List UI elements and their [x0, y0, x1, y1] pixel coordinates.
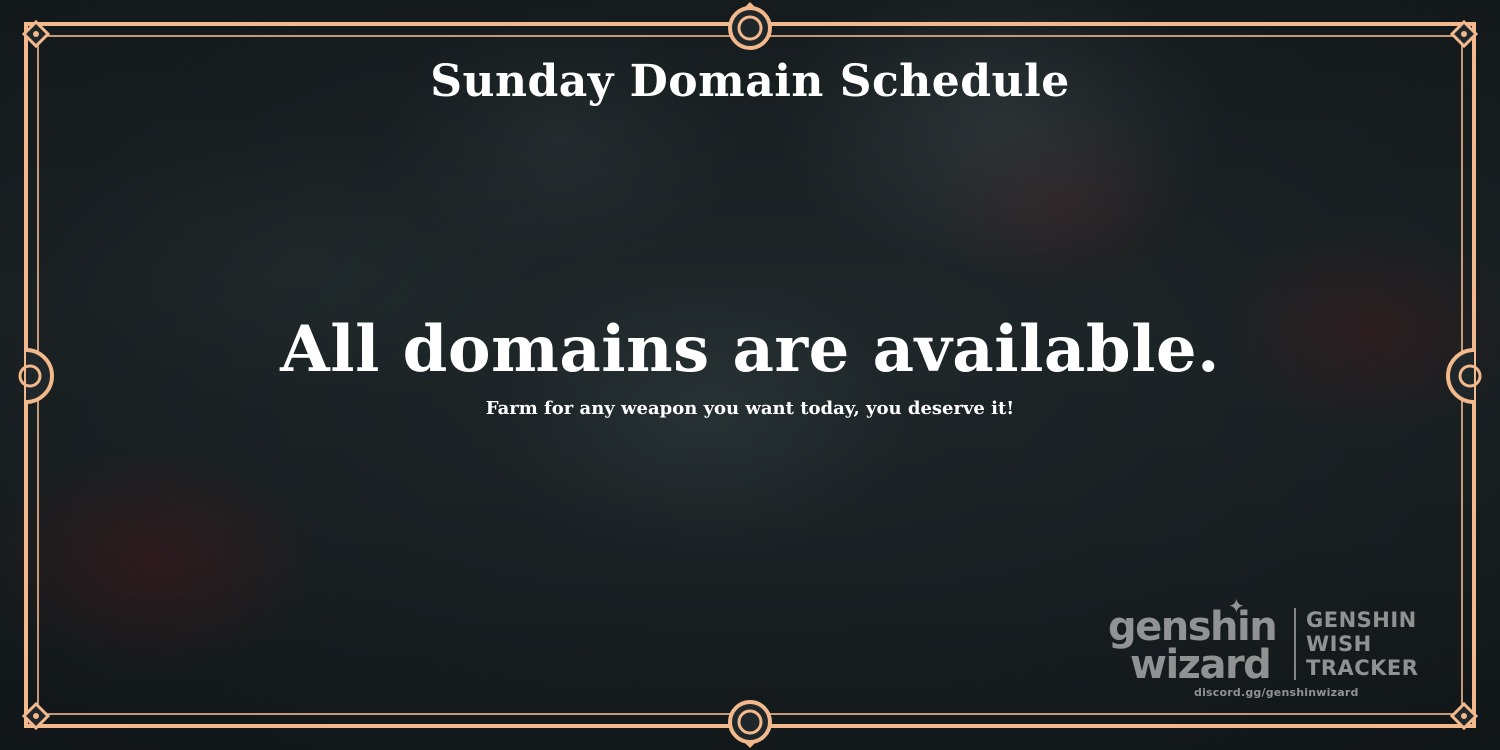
- brand-tagline: GENSHIN WISH TRACKER: [1306, 608, 1418, 680]
- page-title: Sunday Domain Schedule: [430, 56, 1070, 107]
- brand-word-1: genshin: [1108, 604, 1278, 650]
- brand-wordmark: genshin wizard: [1108, 604, 1288, 688]
- brand-logo: ✦ genshin wizard GENSHIN WISH TRACKER di…: [1100, 594, 1440, 706]
- bottom-ornament: [728, 700, 772, 748]
- brand-line-3: TRACKER: [1306, 656, 1419, 680]
- brand-line-1: GENSHIN: [1306, 608, 1417, 632]
- banner: Sunday Domain Schedule All domains are a…: [0, 0, 1500, 750]
- brand-url: discord.gg/genshinwizard: [1194, 686, 1359, 699]
- brand-line-2: WISH: [1306, 632, 1372, 656]
- brand-divider: [1294, 608, 1296, 680]
- headline: All domains are available.: [280, 312, 1220, 387]
- subtitle: Farm for any weapon you want today, you …: [485, 398, 1015, 419]
- top-ornament: [728, 2, 772, 50]
- brand-word-2: wizard: [1130, 642, 1272, 688]
